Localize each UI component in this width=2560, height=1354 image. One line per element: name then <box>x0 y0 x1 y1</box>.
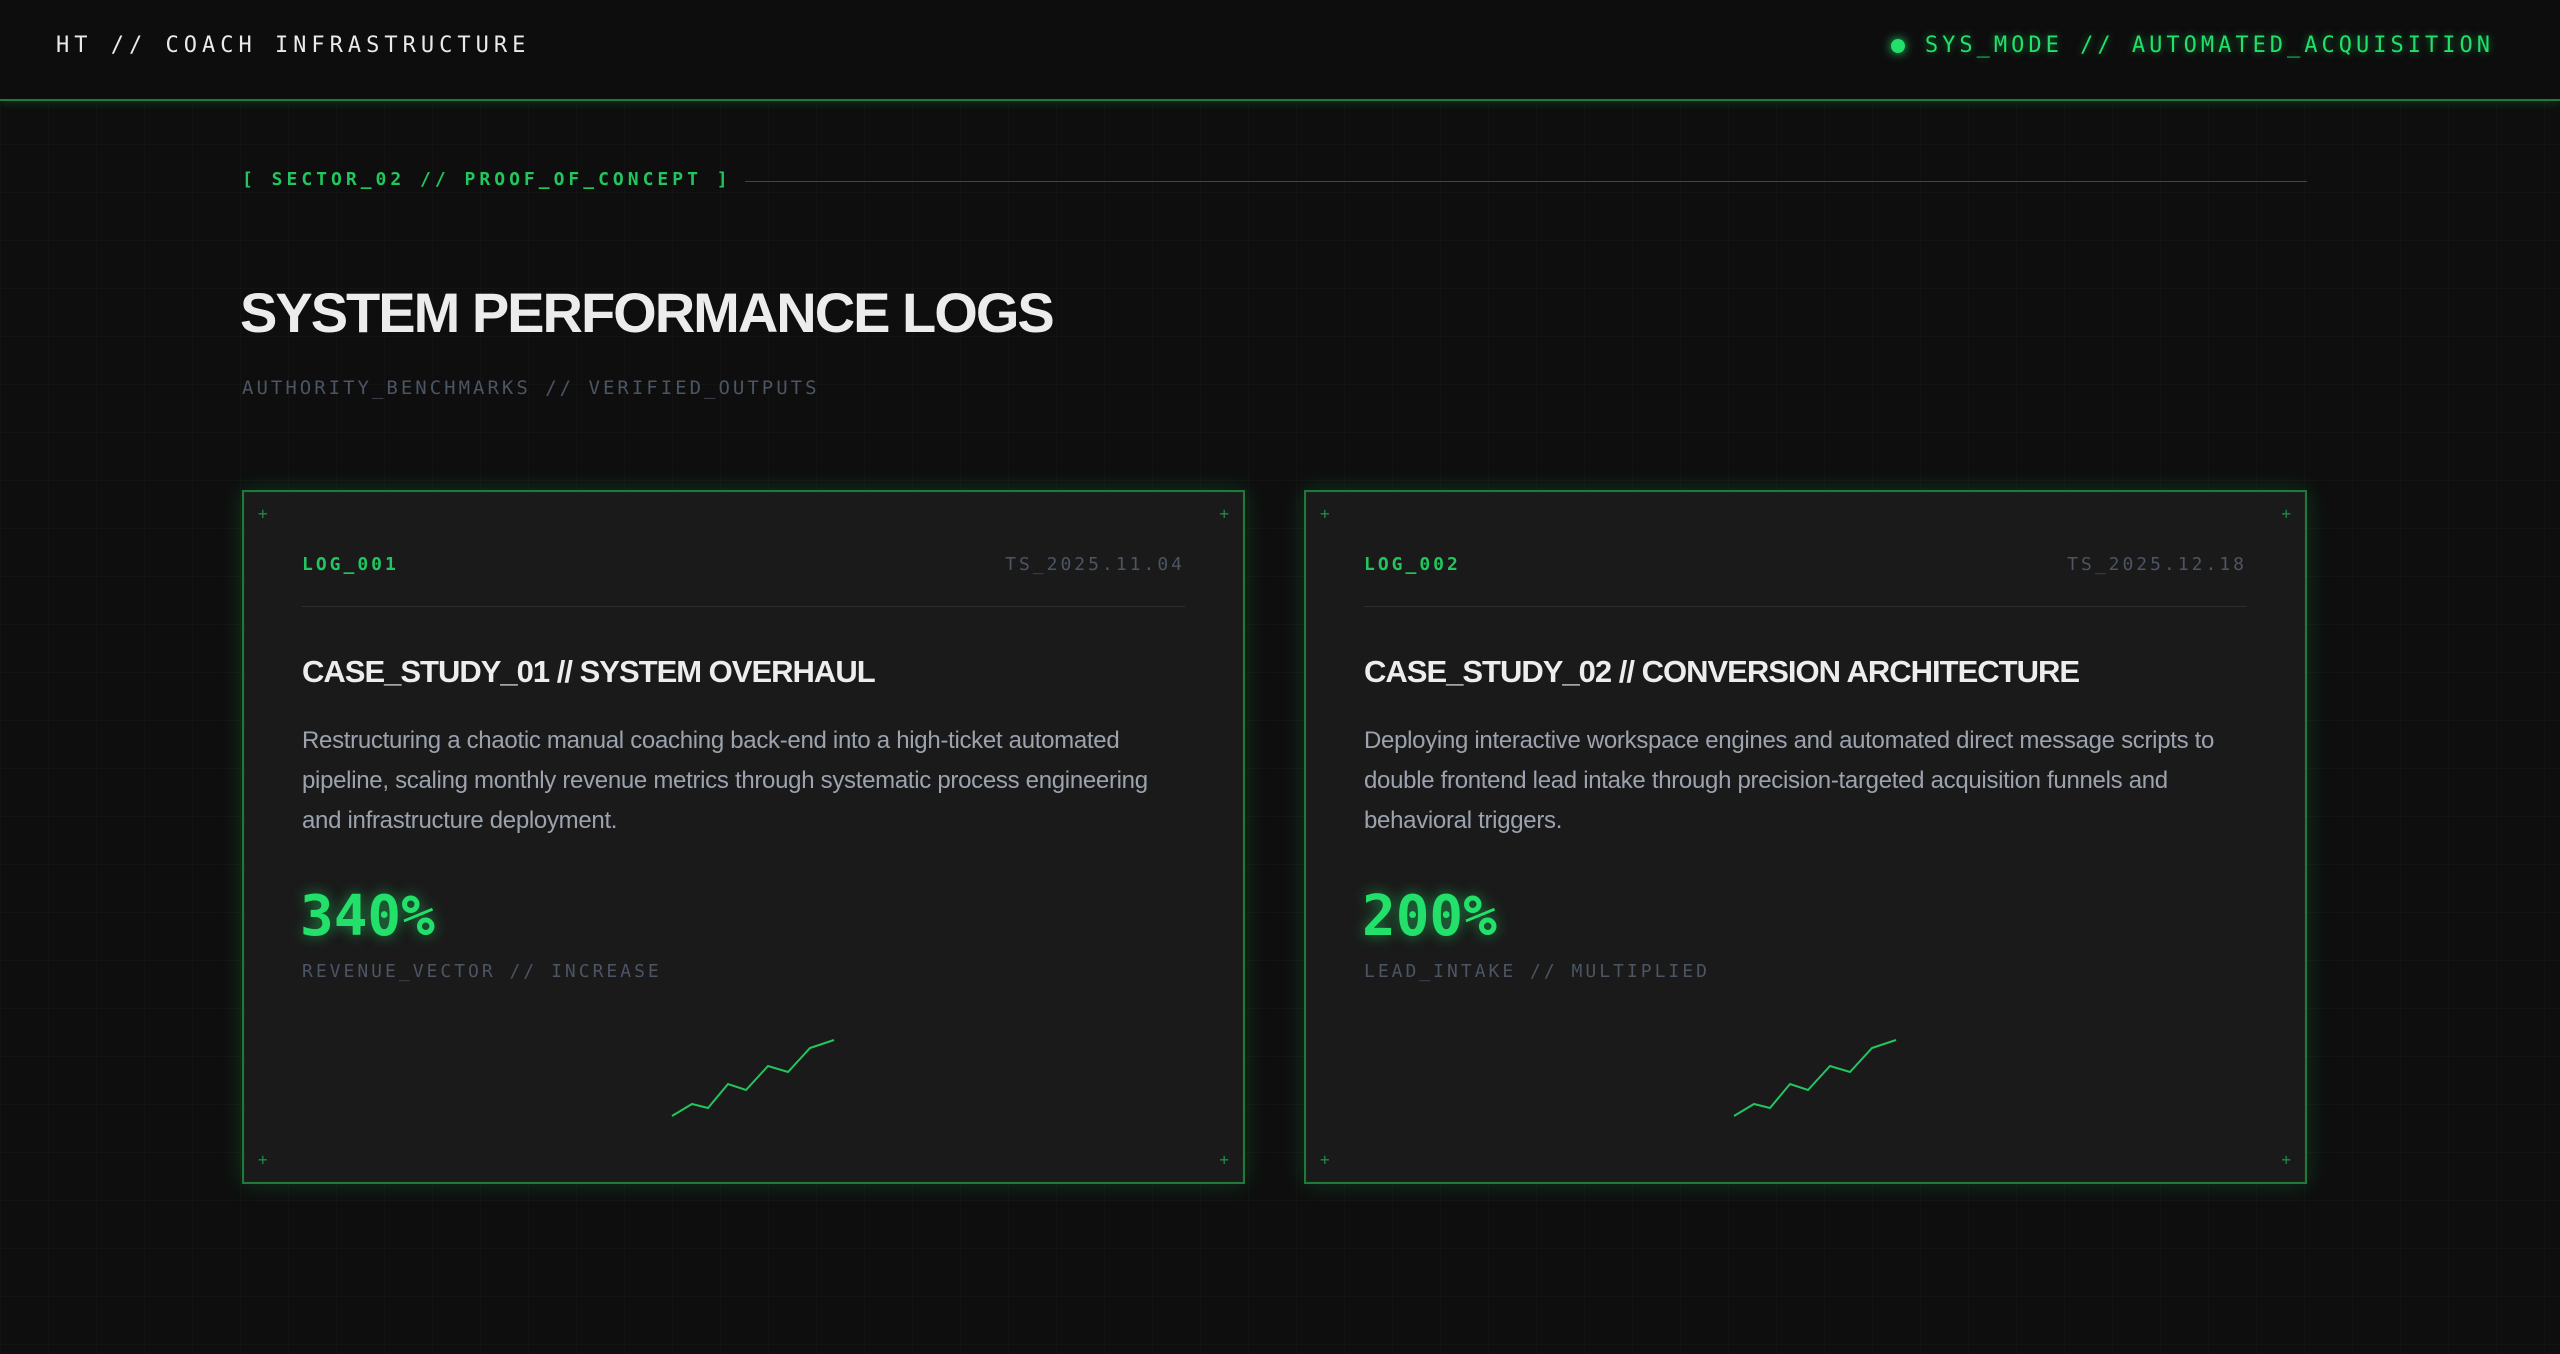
case-study-card-2[interactable]: + + + + LOG_002 TS_2025.12.18 CASE_STUDY… <box>1304 490 2307 1184</box>
section-divider <box>745 181 2307 182</box>
corner-plus-icon: + <box>258 504 268 523</box>
corner-plus-icon: + <box>1219 1150 1229 1169</box>
case-study-card-1[interactable]: + + + + LOG_001 TS_2025.11.04 CASE_STUDY… <box>242 490 1245 1184</box>
metric-label: LEAD_INTAKE // MULTIPLIED <box>1364 961 1710 982</box>
log-id: LOG_001 <box>302 554 399 575</box>
case-study-title: CASE_STUDY_01 // SYSTEM OVERHAUL <box>302 654 876 689</box>
metric-value: 340% <box>300 884 435 949</box>
log-timestamp: TS_2025.12.18 <box>2067 554 2247 575</box>
log-timestamp: TS_2025.11.04 <box>1005 554 1185 575</box>
corner-plus-icon: + <box>2281 504 2291 523</box>
page-title: SYSTEM PERFORMANCE LOGS <box>240 281 1055 344</box>
card-divider <box>1364 606 2247 607</box>
log-id: LOG_002 <box>1364 554 1461 575</box>
page-subtitle: AUTHORITY_BENCHMARKS // VERIFIED_OUTPUTS <box>242 377 820 399</box>
system-status: SYS_MODE // AUTOMATED_ACQUISITION <box>1890 33 2494 58</box>
metric-value: 200% <box>1362 884 1497 949</box>
corner-plus-icon: + <box>1320 504 1330 523</box>
corner-plus-icon: + <box>2281 1150 2291 1169</box>
metric-label: REVENUE_VECTOR // INCREASE <box>302 961 662 982</box>
top-bar: HT // COACH INFRASTRUCTURE SYS_MODE // A… <box>0 0 2560 101</box>
corner-plus-icon: + <box>1219 504 1229 523</box>
case-study-description: Restructuring a chaotic manual coaching … <box>302 727 1148 834</box>
system-status-label: SYS_MODE // AUTOMATED_ACQUISITION <box>1924 33 2494 58</box>
section-sector-label: [ SECTOR_02 // PROOF_OF_CONCEPT ] <box>242 169 732 190</box>
card-divider <box>302 606 1185 607</box>
sparkline-icon <box>671 1039 835 1117</box>
case-study-description: Deploying interactive workspace engines … <box>1364 727 2215 834</box>
sparkline-icon <box>1733 1039 1897 1117</box>
brand-title[interactable]: HT // COACH INFRASTRUCTURE <box>56 33 530 58</box>
case-study-title: CASE_STUDY_02 // CONVERSION ARCHITECTURE <box>1364 654 2080 689</box>
status-dot-icon <box>1890 38 1905 53</box>
corner-plus-icon: + <box>258 1150 268 1169</box>
corner-plus-icon: + <box>1320 1150 1330 1169</box>
